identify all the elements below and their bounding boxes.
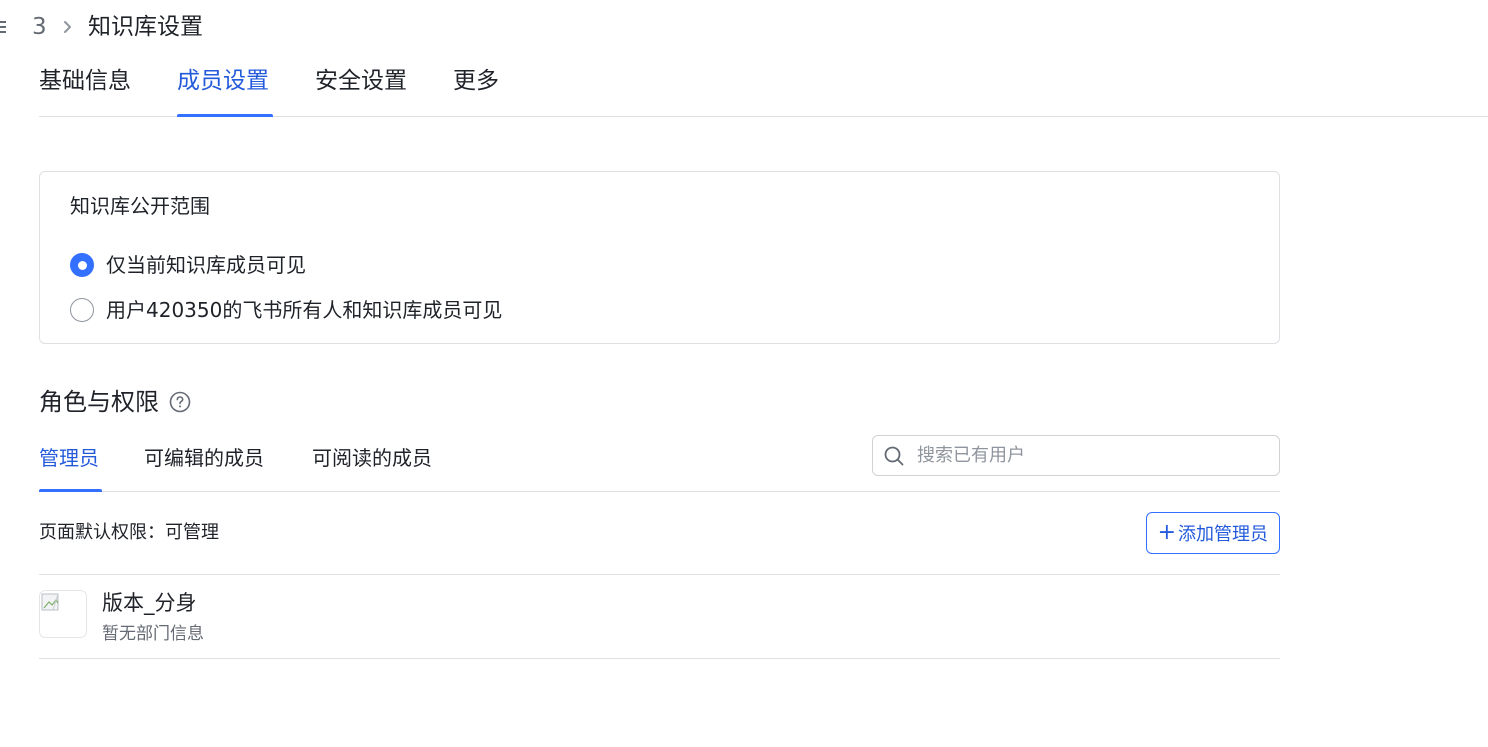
radio-label: 用户420350的飞书所有人和知识库成员可见: [106, 298, 503, 322]
visibility-option-members-only[interactable]: 仅当前知识库成员可见: [70, 251, 306, 279]
tab-admins[interactable]: 管理员: [39, 444, 99, 472]
page-title: 知识库设置: [88, 14, 203, 40]
chevron-right-icon: [64, 21, 71, 33]
member-search[interactable]: [872, 435, 1280, 476]
settings-tabs: 基础信息 成员设置 安全设置 更多: [39, 58, 1488, 117]
broken-image-icon: [39, 590, 87, 638]
roles-section-title: 角色与权限: [39, 386, 191, 418]
member-department: 暂无部门信息: [102, 624, 204, 644]
breadcrumb-parent[interactable]: 3: [32, 12, 47, 42]
plus-icon: +: [1157, 520, 1176, 545]
visibility-option-organization[interactable]: 用户420350的飞书所有人和知识库成员可见: [70, 296, 502, 324]
radio-unchecked-icon[interactable]: [70, 298, 94, 322]
default-permission-row: 页面默认权限：可管理 + 添加管理员: [39, 492, 1280, 575]
menu-icon[interactable]: [0, 19, 8, 35]
active-tab-indicator: [177, 114, 273, 117]
tab-basic-info[interactable]: 基础信息: [39, 66, 131, 96]
search-icon: [884, 446, 904, 465]
search-input[interactable]: [915, 444, 1255, 467]
add-admin-label: 添加管理员: [1178, 524, 1268, 545]
radio-label: 仅当前知识库成员可见: [106, 253, 306, 277]
default-permission-text: 页面默认权限：可管理: [39, 522, 219, 543]
tab-readers[interactable]: 可阅读的成员: [312, 444, 432, 472]
tab-more[interactable]: 更多: [453, 66, 499, 96]
member-list-item[interactable]: 版本_分身 暂无部门信息: [39, 575, 1280, 659]
help-icon[interactable]: [169, 391, 191, 413]
roles-title-text: 角色与权限: [39, 388, 159, 416]
tab-member-settings[interactable]: 成员设置: [177, 66, 269, 96]
avatar: [39, 590, 87, 638]
add-admin-button[interactable]: + 添加管理员: [1145, 512, 1280, 554]
tab-security-settings[interactable]: 安全设置: [315, 66, 407, 96]
visibility-card: 知识库公开范围 仅当前知识库成员可见 用户420350的飞书所有人和知识库成员可…: [39, 171, 1280, 344]
member-name: 版本_分身: [102, 591, 197, 615]
visibility-title: 知识库公开范围: [70, 194, 210, 218]
radio-checked-icon[interactable]: [70, 253, 94, 277]
tab-editors[interactable]: 可编辑的成员: [144, 444, 264, 472]
breadcrumb: 3 知识库设置: [0, 0, 1488, 56]
